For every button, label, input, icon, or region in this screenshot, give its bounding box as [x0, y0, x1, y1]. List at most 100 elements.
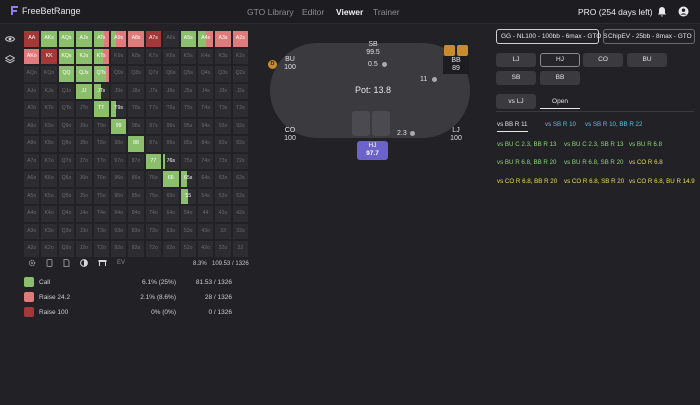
hand-cell[interactable]: ATo — [23, 100, 41, 118]
hand-cell[interactable]: JTo — [75, 100, 93, 118]
hand-cell[interactable]: J4o — [75, 205, 93, 223]
hand-cell[interactable]: KJs — [75, 47, 93, 65]
hand-cell[interactable]: 86o — [127, 170, 145, 188]
hand-cell[interactable]: AKs — [40, 30, 58, 48]
hand-cell[interactable]: A3s — [214, 30, 232, 48]
hand-cell[interactable]: 52o — [179, 240, 197, 258]
hand-cell[interactable]: K8o — [40, 135, 58, 153]
seat-co[interactable]: CO 100 — [280, 127, 300, 143]
bell-icon[interactable] — [657, 6, 667, 17]
hand-cell[interactable]: 52s — [231, 187, 250, 205]
hand-cell[interactable]: 53o — [179, 222, 197, 240]
hand-cell[interactable]: J6o — [75, 170, 93, 188]
hand-cell[interactable]: K7s — [144, 47, 163, 65]
hand-cell[interactable]: QJs — [75, 65, 93, 83]
hand-cell[interactable]: Q4s — [196, 65, 215, 83]
hand-cell[interactable]: A6o — [23, 170, 41, 188]
hand-cell[interactable]: AQs — [57, 30, 76, 48]
hand-cell[interactable]: 76o — [144, 170, 163, 188]
hand-cell[interactable]: 97s — [144, 117, 163, 135]
hand-cell[interactable]: T3s — [214, 100, 232, 118]
hand-cell[interactable]: QQ — [57, 65, 76, 83]
gear-icon[interactable] — [28, 259, 36, 267]
hand-cell[interactable]: 75o — [144, 187, 163, 205]
hand-cell[interactable]: 97o — [109, 152, 128, 170]
hand-cell[interactable]: 73s — [214, 152, 232, 170]
hand-cell[interactable]: Q4o — [57, 205, 76, 223]
hand-cell[interactable]: T3o — [92, 222, 110, 240]
hand-cell[interactable]: 53s — [214, 187, 232, 205]
nav-trainer[interactable]: Trainer — [373, 7, 400, 17]
hand-cell[interactable]: 55 — [179, 187, 197, 205]
hand-cell[interactable]: Q2o — [57, 240, 76, 258]
hand-cell[interactable]: 32o — [214, 240, 232, 258]
hand-cell[interactable]: 44 — [196, 205, 215, 223]
action-option[interactable]: vs CO R 6.8, SB R 20 — [564, 178, 624, 185]
action-option[interactable]: vs SB R 10 — [545, 121, 576, 128]
hand-cell[interactable]: 98s — [127, 117, 145, 135]
hand-cell[interactable]: 92o — [109, 240, 128, 258]
hand-cell[interactable]: A7s — [144, 30, 163, 48]
hand-cell[interactable]: Q9s — [109, 65, 128, 83]
hand-cell[interactable]: AJs — [75, 30, 93, 48]
action-option[interactable]: vs BU R 6.8, SB R 20 — [564, 159, 624, 166]
hand-cell[interactable]: A9s — [109, 30, 128, 48]
hand-cell[interactable]: 92s — [231, 117, 250, 135]
hand-cell[interactable]: J6s — [162, 82, 180, 100]
hand-cell[interactable]: 66 — [162, 170, 180, 188]
hand-cell[interactable]: 87s — [144, 135, 163, 153]
position-co[interactable]: CO — [583, 53, 623, 67]
hand-cell[interactable]: 86s — [162, 135, 180, 153]
hand-cell[interactable]: 94o — [109, 205, 128, 223]
hand-cell[interactable]: 72s — [231, 152, 250, 170]
hand-cell[interactable]: K8s — [127, 47, 145, 65]
hand-cell[interactable]: J8s — [127, 82, 145, 100]
hand-cell[interactable]: 75s — [179, 152, 197, 170]
hand-cell[interactable]: KQo — [40, 65, 58, 83]
hand-cell[interactable]: T4o — [92, 205, 110, 223]
hand-cell[interactable]: T2s — [231, 100, 250, 118]
position-bu[interactable]: BU — [627, 53, 667, 67]
action-option[interactable]: vs BU R 6.8 — [629, 141, 662, 148]
hand-cell[interactable]: T7o — [92, 152, 110, 170]
hand-cell[interactable]: 42o — [196, 240, 215, 258]
hand-cell[interactable]: 22 — [231, 240, 250, 258]
hand-cell[interactable]: J7s — [144, 82, 163, 100]
hand-cell[interactable]: 84s — [196, 135, 215, 153]
hand-cell[interactable]: Q7o — [57, 152, 76, 170]
tab-vs-lj[interactable]: vs LJ — [496, 94, 536, 109]
legend-row-raise-big[interactable]: Raise 100 0% (0%) 0 / 1326 — [24, 307, 254, 318]
hand-cell[interactable]: T9o — [92, 117, 110, 135]
hand-cell[interactable]: 82o — [127, 240, 145, 258]
action-option[interactable]: vs CO R 6.8 — [629, 159, 663, 166]
hand-cell[interactable]: 64s — [196, 170, 215, 188]
mobile-icon[interactable] — [46, 259, 53, 267]
hand-cell[interactable]: 76s — [162, 152, 180, 170]
hand-cell[interactable]: J2s — [231, 82, 250, 100]
hand-cell[interactable]: 33 — [214, 222, 232, 240]
hand-cell[interactable]: A8s — [127, 30, 145, 48]
hand-cell[interactable]: Q9o — [57, 117, 76, 135]
hand-cell[interactable]: 98o — [109, 135, 128, 153]
layers-icon[interactable] — [5, 55, 15, 64]
hand-cell[interactable]: 74s — [196, 152, 215, 170]
hand-cell[interactable]: T6s — [162, 100, 180, 118]
hand-cell[interactable]: 73o — [144, 222, 163, 240]
hand-cell[interactable]: Q3o — [57, 222, 76, 240]
seat-bb[interactable]: BB 89 — [443, 56, 469, 74]
hand-cell[interactable]: J8o — [75, 135, 93, 153]
hand-cell[interactable]: Q6o — [57, 170, 76, 188]
hand-cell[interactable]: A5s — [179, 30, 197, 48]
legend-row-raise-small[interactable]: Raise 24.2 2.1% (8.6%) 28 / 1326 — [24, 292, 254, 303]
hand-cell[interactable]: AA — [23, 30, 41, 48]
nav-gto-library[interactable]: GTO Library — [247, 7, 294, 17]
solution-dropdown[interactable]: GG - NL100 - 100bb - 6max - GTO S — [496, 29, 607, 44]
hand-cell[interactable]: 95s — [179, 117, 197, 135]
hand-cell[interactable]: T9s — [109, 100, 128, 118]
hand-cell[interactable]: K6o — [40, 170, 58, 188]
hand-cell[interactable]: 54o — [179, 205, 197, 223]
hand-cell[interactable]: A9o — [23, 117, 41, 135]
hand-cell[interactable]: K5o — [40, 187, 58, 205]
hand-cell[interactable]: T5o — [92, 187, 110, 205]
hand-cell[interactable]: 77 — [144, 152, 163, 170]
